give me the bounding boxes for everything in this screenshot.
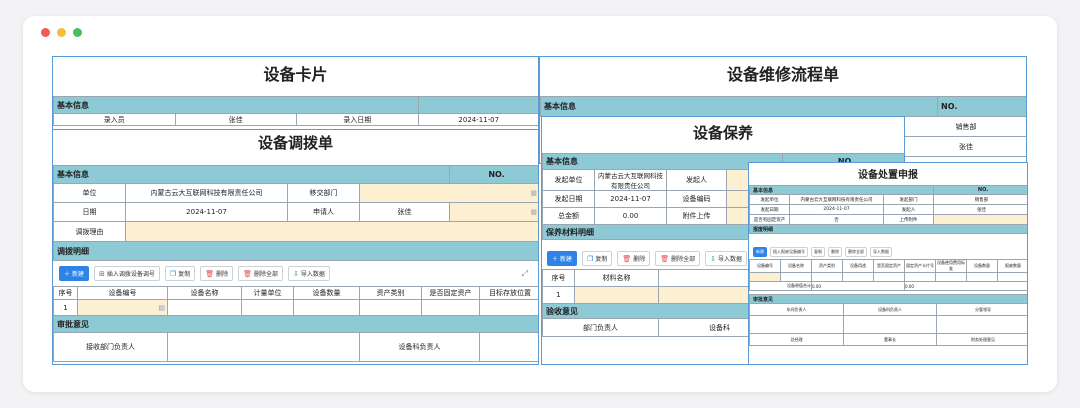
- col-qty: 设备数量: [293, 286, 360, 300]
- transfer-detail-title: 调拨明细: [53, 241, 538, 261]
- grid-icon: ▦: [530, 189, 537, 197]
- import-button[interactable]: ⇩ 导入数据: [705, 251, 748, 266]
- copy-icon: ❐: [587, 254, 594, 263]
- record-date-label: 录入日期: [296, 113, 419, 126]
- new-button[interactable]: ＋新建: [59, 266, 90, 281]
- close-dot[interactable]: [41, 28, 50, 37]
- disposal-no-label: NO.: [933, 185, 1027, 195]
- col-target-location: 目标存放位置: [479, 286, 538, 300]
- col-index: 序号: [542, 269, 575, 287]
- copy-button[interactable]: ❐ 复制: [164, 266, 196, 281]
- delete-all-button[interactable]: 🗑 删除全部: [238, 266, 284, 281]
- insert-button[interactable]: ⊞ 插入调拨设备调号: [94, 266, 160, 281]
- col-equip-code: 设备编号: [77, 286, 168, 300]
- table-row: [749, 272, 1027, 282]
- transfer-form-title: 设备调拨单: [257, 134, 333, 152]
- dept-head-label: 部门负责人: [542, 318, 659, 337]
- col-fixed-asset: 是否固定资产: [421, 286, 480, 300]
- new-button[interactable]: ＋新建: [547, 251, 578, 266]
- trash-icon: 🗑: [205, 269, 215, 278]
- reason-label: 调拨理由: [53, 221, 126, 242]
- grid-icon: ▦: [530, 208, 537, 216]
- reason-field[interactable]: [125, 221, 538, 242]
- starter-label: 发起人: [666, 169, 727, 191]
- transfer-no-label: NO.: [449, 165, 538, 184]
- equipment-card-basic-info: 基本信息: [53, 96, 419, 114]
- equip-code-cell[interactable]: ▤: [77, 299, 168, 316]
- disposal-title: 设备处置申报: [858, 170, 918, 181]
- col-material-name: 材料名称: [574, 269, 659, 287]
- unit-label: 单位: [53, 183, 126, 203]
- repair-basic-info: 基本信息: [540, 96, 938, 117]
- trash-icon: 🗑: [622, 254, 632, 263]
- copy-button[interactable]: 复制: [811, 247, 825, 257]
- delete-all-button[interactable]: 删除全部: [845, 247, 867, 257]
- col-unit: 计量单位: [241, 286, 294, 300]
- trash-all-icon: 🗑: [660, 254, 670, 263]
- recorder-value: 张佳: [174, 113, 297, 126]
- equipment-card-title: 设备卡片: [263, 65, 328, 84]
- disposal-detail-title: 报废明细: [749, 224, 1027, 234]
- col-equip-name: 设备名称: [167, 286, 242, 300]
- repair-person: 张佳: [904, 136, 1026, 157]
- unit-value: 内蒙古云大互联网科技有限责任公司: [125, 183, 288, 203]
- repair-form-title: 设备维修流程单: [726, 65, 839, 84]
- approval-title: 审批意见: [53, 315, 538, 333]
- expand-icon[interactable]: ⤢: [522, 269, 528, 279]
- repair-no-label: NO.: [937, 96, 1026, 117]
- insert-icon: ⊞: [99, 269, 105, 278]
- insert-button[interactable]: 插入报废设备编号: [770, 247, 808, 257]
- import-icon: ⇩: [293, 269, 299, 278]
- in-dept-field[interactable]: ▦: [449, 202, 538, 222]
- trash-all-icon: 🗑: [243, 269, 253, 278]
- minimize-dot[interactable]: [57, 28, 66, 37]
- maximize-dot[interactable]: [73, 28, 82, 37]
- transfer-basic-info: 基本信息: [53, 165, 450, 184]
- maintenance-title: 设备保养: [692, 124, 753, 142]
- equip-code-label: 设备编码: [666, 190, 727, 208]
- attach-label: 附件上传: [666, 207, 727, 225]
- delete-all-button[interactable]: 🗑 删除全部: [655, 251, 701, 266]
- delete-button[interactable]: 🗑 删除: [617, 251, 651, 266]
- applicant-label: 申请人: [287, 202, 360, 222]
- out-dept-field[interactable]: ▦: [359, 183, 538, 203]
- disposal-basic-info: 基本信息: [749, 185, 935, 195]
- equip-head-label: 设备科负责人: [359, 332, 480, 362]
- record-date-value: 2024-11-07: [417, 113, 538, 126]
- import-button[interactable]: 导入数据: [870, 247, 892, 257]
- copy-button[interactable]: ❐ 复制: [582, 251, 613, 266]
- start-date-value[interactable]: 2024-11-07: [594, 190, 667, 208]
- col-index: 序号: [53, 286, 78, 300]
- date-label: 日期: [53, 202, 126, 222]
- transfer-form: 设备调拨单 基本信息 NO. 单位 内蒙古云大互联网科技有限责任公司 移交部门 ▦…: [52, 129, 539, 365]
- new-button[interactable]: 新建: [753, 247, 767, 257]
- recorder-label: 录入员: [53, 113, 176, 126]
- table-row: 1 ▤: [53, 299, 538, 316]
- copy-icon: ❐: [169, 269, 177, 278]
- col-asset-type: 资产类别: [359, 286, 422, 300]
- out-dept-label: 移交部门: [287, 183, 360, 203]
- start-date-label: 发起日期: [542, 190, 595, 208]
- start-unit-label: 发起单位: [542, 169, 595, 191]
- maintenance-basic-info: 基本信息: [542, 153, 783, 170]
- date-value[interactable]: 2024-11-07: [125, 202, 288, 222]
- repair-dept: 销售部: [904, 116, 1026, 137]
- disposal-form: 设备处置申报 基本信息 NO. 发起单位 内蒙古云大互联网科技有限责任公司 发起部…: [748, 162, 1028, 365]
- import-icon: ⇩: [710, 254, 717, 263]
- recv-head-label: 接收部门负责人: [53, 332, 168, 362]
- grid-icon: ▤: [158, 303, 165, 312]
- total-label: 总金额: [542, 207, 595, 225]
- delete-button[interactable]: 删除: [828, 247, 842, 257]
- equipment-card: 设备卡片 基本信息 录入员 张佳 录入日期 2024-11-07: [52, 56, 539, 136]
- start-unit-value: 内蒙古云大互联网科技有限责任公司: [594, 169, 667, 191]
- total-value: 0.00: [594, 207, 667, 225]
- applicant-value: 张佳: [359, 202, 450, 222]
- import-button[interactable]: ⇩ 导入数据: [288, 266, 330, 281]
- disposal-approval-title: 审批意见: [749, 294, 1027, 304]
- delete-button[interactable]: 🗑 删除: [200, 266, 234, 281]
